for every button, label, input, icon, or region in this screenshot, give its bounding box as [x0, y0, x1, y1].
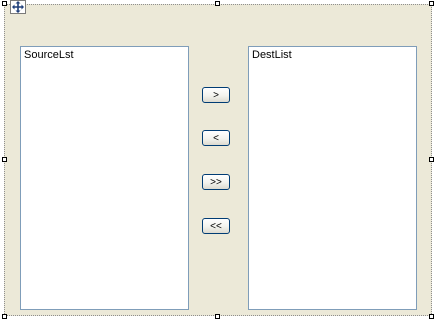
resize-handle-bottom-icon[interactable] — [215, 314, 220, 319]
move-left-button[interactable]: < — [202, 130, 230, 146]
resize-handle-top-icon[interactable] — [215, 1, 220, 6]
resize-handle-right-icon[interactable] — [429, 157, 434, 162]
resize-handle-bottom-left-icon[interactable] — [2, 314, 7, 319]
resize-handle-top-left-icon[interactable] — [2, 1, 7, 6]
resize-handle-bottom-right-icon[interactable] — [429, 314, 434, 319]
resize-handle-left-icon[interactable] — [2, 157, 7, 162]
list-item[interactable]: SourceLst — [24, 49, 74, 62]
four-way-arrow-icon[interactable] — [10, 0, 26, 14]
dest-listbox[interactable]: DestList — [248, 46, 417, 310]
list-item[interactable]: DestList — [252, 49, 292, 62]
move-arrows-icon — [12, 1, 24, 13]
source-listbox[interactable]: SourceLst — [20, 46, 189, 310]
move-all-right-button[interactable]: >> — [202, 174, 230, 190]
move-all-left-button[interactable]: << — [202, 218, 230, 234]
move-right-button[interactable]: > — [202, 87, 230, 103]
resize-handle-top-right-icon[interactable] — [429, 1, 434, 6]
form-design-surface[interactable]: SourceLst > < >> << DestList — [4, 4, 432, 316]
